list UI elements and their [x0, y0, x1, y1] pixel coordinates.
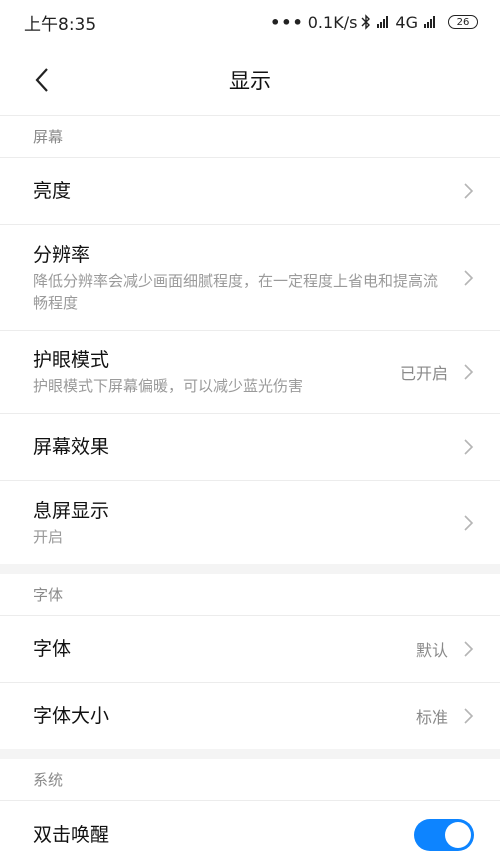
back-button[interactable] — [28, 66, 56, 94]
row-value: 默认 — [415, 641, 448, 660]
row-subtitle: 护眼模式下屏幕偏暖，可以减少蓝光伤害 — [33, 377, 304, 395]
row-title: 双击唤醒 — [33, 823, 110, 846]
section-divider — [0, 564, 500, 574]
eye-care-row[interactable]: 护眼模式 护眼模式下屏幕偏暖，可以减少蓝光伤害 已开启 — [0, 331, 500, 414]
row-subtitle: 降低分辨率会减少画面细腻程度，在一定程度上省电和提高流畅程度 — [33, 271, 439, 312]
chevron-right-icon — [464, 269, 474, 286]
row-title: 字体大小 — [33, 705, 110, 727]
row-title: 分辨率 — [33, 243, 91, 266]
row-title: 息屏显示 — [33, 499, 110, 522]
section-header-screen: 屏幕 — [0, 116, 500, 158]
battery-icon: 26 — [448, 15, 478, 29]
section-header-system: 系统 — [0, 759, 500, 801]
screen-effect-row[interactable]: 屏幕效果 — [0, 414, 500, 481]
chevron-right-icon — [464, 183, 474, 199]
chevron-right-icon — [464, 364, 474, 380]
chevron-right-icon — [464, 439, 474, 455]
network-type: 4G — [395, 12, 418, 32]
chevron-right-icon — [464, 641, 474, 657]
net-speed: 0.1K/s — [307, 12, 358, 32]
signal-icon — [424, 16, 438, 28]
row-title: 亮度 — [33, 180, 72, 202]
row-title: 字体 — [33, 638, 72, 660]
row-value: 标准 — [415, 708, 448, 727]
aod-row[interactable]: 息屏显示 开启 — [0, 481, 500, 564]
app-header: 显示 — [0, 44, 500, 116]
row-title: 护眼模式 — [33, 349, 110, 371]
bluetooth-icon — [361, 14, 371, 30]
section-header-font: 字体 — [0, 574, 500, 616]
status-time: 上午8:35 — [24, 14, 97, 35]
chevron-right-icon — [464, 514, 474, 531]
status-icons: ••• 0.1K/s 4G 26 — [270, 13, 478, 32]
font-size-row[interactable]: 字体大小 标准 — [0, 683, 500, 749]
brightness-row[interactable]: 亮度 — [0, 158, 500, 225]
font-row[interactable]: 字体 默认 — [0, 616, 500, 683]
resolution-row[interactable]: 分辨率 降低分辨率会减少画面细腻程度，在一定程度上省电和提高流畅程度 — [0, 225, 500, 331]
row-subtitle: 开启 — [33, 527, 64, 546]
double-tap-wake-row: 双击唤醒 — [0, 801, 500, 868]
toggle-knob — [445, 821, 471, 848]
more-dots-icon: ••• — [270, 12, 304, 32]
status-bar: 上午8:35 ••• 0.1K/s 4G 26 — [0, 0, 500, 44]
signal-hd-icon — [377, 16, 391, 28]
section-divider — [0, 749, 500, 759]
double-tap-wake-toggle[interactable] — [414, 818, 474, 851]
chevron-right-icon — [464, 708, 474, 724]
back-chevron-icon — [35, 68, 48, 92]
settings-list: 屏幕 亮度 分辨率 降低分辨率会减少画面细腻程度，在一定程度上省电和提高流畅程度… — [0, 116, 500, 868]
page-title: 显示 — [229, 68, 271, 93]
row-value: 已开启 — [399, 364, 448, 383]
row-title: 屏幕效果 — [33, 436, 110, 458]
